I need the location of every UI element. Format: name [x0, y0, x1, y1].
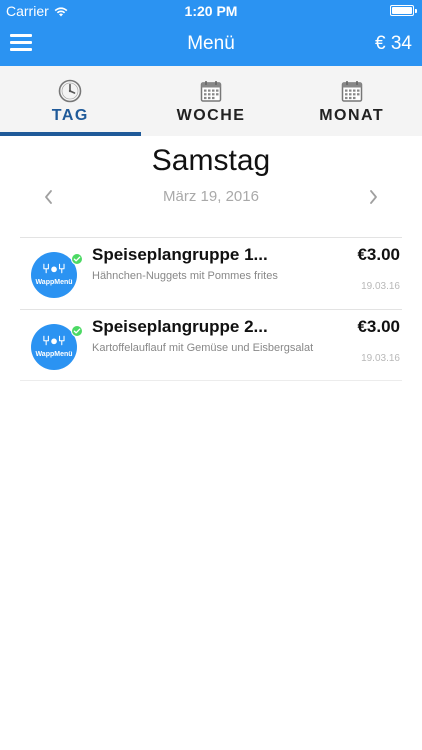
period-tabs: TAG WOCHE MONAT	[0, 66, 422, 136]
meal-list: ⑂●⑂ WappMenü Speiseplangruppe 1... Hähnc…	[20, 237, 402, 381]
chevron-right-icon[interactable]	[362, 186, 384, 208]
day-title: Samstag	[151, 144, 271, 177]
date-label: März 19, 2016	[163, 188, 259, 205]
page-title: Menü	[187, 33, 235, 54]
tab-tag[interactable]: TAG	[0, 66, 141, 136]
logo-text: WappMenü	[35, 279, 73, 286]
nav-bar: Menü € 34	[0, 22, 422, 66]
tab-woche-label: WOCHE	[176, 107, 246, 124]
meal-description: Kartoffelauflauf mit Gemüse und Eisbergs…	[92, 342, 314, 354]
tab-monat[interactable]: MONAT	[281, 66, 422, 136]
meal-price: €3.00	[357, 245, 400, 264]
tab-monat-label: MONAT	[319, 107, 385, 124]
meal-title: Speiseplangruppe 2...	[92, 317, 268, 336]
check-icon	[71, 325, 83, 337]
clock-icon	[59, 79, 82, 103]
meal-description: Hähnchen-Nuggets mit Pommes frites	[92, 270, 278, 282]
battery-icon	[390, 5, 417, 16]
list-item[interactable]: ⑂●⑂ WappMenü Speiseplangruppe 2... Karto…	[20, 309, 402, 381]
cutlery-icon: ⑂●⑂	[42, 333, 66, 348]
cutlery-icon: ⑂●⑂	[42, 261, 66, 276]
status-time: 1:20 PM	[184, 3, 238, 19]
status-bar: Carrier 1:20 PM	[0, 0, 422, 22]
tab-woche[interactable]: WOCHE	[141, 66, 282, 136]
meal-title: Speiseplangruppe 1...	[92, 245, 268, 264]
date-navigator: März 19, 2016	[0, 186, 422, 208]
balance-label[interactable]: € 34	[375, 33, 412, 55]
meal-date: 19.03.16	[361, 353, 400, 364]
check-icon	[71, 253, 83, 265]
meal-price: €3.00	[357, 317, 400, 336]
calendar-icon	[341, 81, 362, 102]
meal-date: 19.03.16	[361, 281, 400, 292]
calendar-icon	[200, 81, 222, 102]
list-item[interactable]: ⑂●⑂ WappMenü Speiseplangruppe 1... Hähnc…	[20, 237, 402, 309]
tab-tag-label: TAG	[51, 107, 89, 124]
logo-text: WappMenü	[35, 351, 73, 358]
